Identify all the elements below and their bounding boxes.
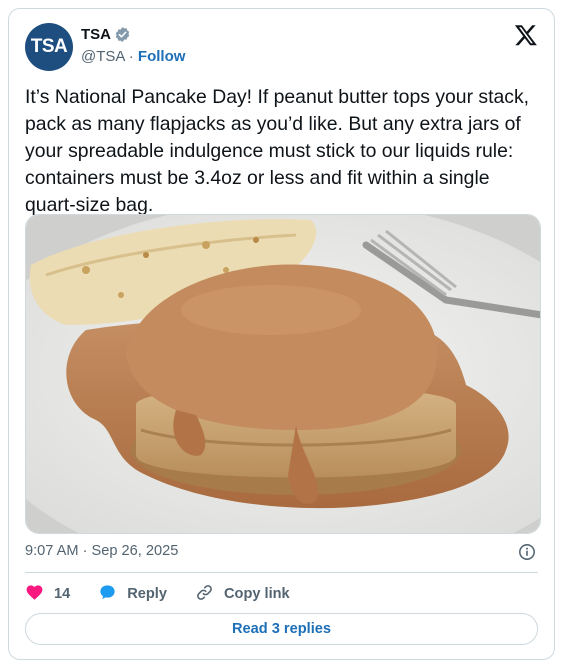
tweet-text: It’s National Pancake Day! If peanut but… xyxy=(25,86,530,216)
x-logo-icon[interactable] xyxy=(514,23,538,47)
read-replies-button[interactable]: Read 3 replies xyxy=(25,613,538,645)
follow-button[interactable]: Follow xyxy=(138,48,186,65)
tweet-photo[interactable] xyxy=(25,214,541,534)
like-button[interactable]: 14 xyxy=(25,583,70,606)
reply-bubble-icon xyxy=(98,583,117,606)
display-name[interactable]: TSA xyxy=(81,26,111,43)
action-bar: 14 Reply Copy link xyxy=(25,583,318,605)
tweet-timestamp[interactable]: 9:07 AM · Sep 26, 2025 xyxy=(25,543,178,559)
reply-button[interactable]: Reply xyxy=(98,583,167,606)
tweet-card: TSA TSA @TSA · Follow It’s National Panc… xyxy=(8,8,555,660)
handle-row: @TSA · Follow xyxy=(81,48,185,65)
handle[interactable]: @TSA xyxy=(81,48,125,65)
verified-badge-icon xyxy=(114,26,131,43)
copy-link-button[interactable]: Copy link xyxy=(195,583,290,606)
link-icon xyxy=(195,583,214,606)
avatar[interactable]: TSA xyxy=(25,23,73,71)
heart-icon xyxy=(25,583,44,606)
reply-label: Reply xyxy=(127,586,167,602)
like-count: 14 xyxy=(54,586,71,602)
avatar-text: TSA xyxy=(30,36,68,57)
name-row: TSA xyxy=(81,26,131,43)
copy-link-label: Copy link xyxy=(223,586,290,602)
handle-separator: · xyxy=(128,48,134,65)
read-replies-label: Read 3 replies xyxy=(232,621,331,637)
divider xyxy=(25,572,538,573)
info-icon[interactable] xyxy=(518,543,536,561)
